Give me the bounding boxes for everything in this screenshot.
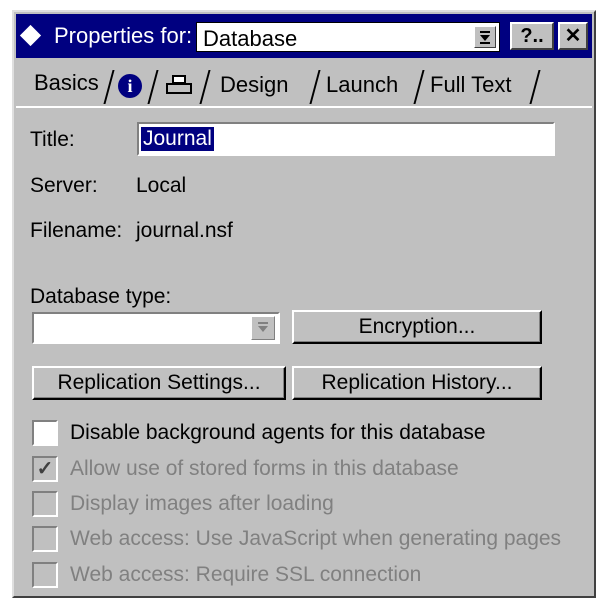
titlebar[interactable]: Properties for: Database ?.. ✕ — [16, 14, 592, 58]
title-label: Title: — [30, 128, 75, 151]
tab-bar: Basics i Design Launch Full Text — [16, 64, 592, 104]
tab-separator — [148, 70, 158, 104]
tab-launch[interactable]: Launch — [326, 68, 398, 102]
object-select-value: Database — [203, 26, 298, 51]
checkbox[interactable] — [32, 562, 58, 588]
checkbox[interactable] — [32, 526, 58, 552]
diamond-icon — [19, 24, 42, 47]
tab-separator — [530, 70, 540, 104]
database-type-select[interactable] — [32, 312, 280, 344]
database-type-label: Database type: — [30, 285, 172, 308]
tab-separator — [310, 70, 320, 104]
tab-basics[interactable]: Basics — [34, 64, 99, 102]
checkbox[interactable] — [32, 420, 58, 446]
titlebar-label: Properties for: — [54, 23, 193, 48]
dropdown-arrow-icon[interactable] — [474, 26, 496, 48]
printer-icon — [164, 75, 194, 97]
tab-info[interactable]: i — [118, 68, 142, 102]
checkbox-label: Allow use of stored forms in this databa… — [70, 457, 459, 480]
checkbox-label: Disable background agents for this datab… — [70, 421, 486, 444]
close-button[interactable]: ✕ — [558, 22, 588, 50]
replication-settings-button[interactable]: Replication Settings... — [32, 366, 286, 400]
tab-separator — [200, 70, 210, 104]
encryption-button[interactable]: Encryption... — [292, 310, 542, 344]
properties-dialog: Properties for: Database ?.. ✕ Basics i … — [12, 10, 596, 598]
help-button[interactable]: ?.. — [510, 22, 554, 50]
tab-separator — [414, 70, 424, 104]
title-input-value: Journal — [141, 127, 214, 151]
dropdown-arrow-icon[interactable] — [251, 316, 275, 340]
server-value: Local — [136, 174, 187, 197]
filename-value: journal.nsf — [136, 219, 233, 242]
server-label: Server: — [30, 174, 98, 197]
filename-label: Filename: — [30, 219, 123, 242]
checkmark-icon: ✓ — [36, 458, 54, 480]
tab-printing[interactable] — [164, 68, 194, 102]
tab-panel-edge — [16, 106, 592, 108]
tab-separator — [104, 70, 114, 104]
tab-design[interactable]: Design — [220, 68, 288, 102]
checkbox-label: Display images after loading — [70, 492, 334, 515]
checkbox[interactable] — [32, 491, 58, 517]
object-select[interactable]: Database — [196, 22, 500, 52]
replication-history-button[interactable]: Replication History... — [292, 366, 542, 400]
checkbox-label: Web access: Use JavaScript when generati… — [70, 527, 562, 550]
checkbox-label: Web access: Require SSL connection — [70, 563, 422, 586]
checkbox[interactable]: ✓ — [32, 456, 58, 482]
info-icon: i — [118, 74, 142, 99]
title-input[interactable]: Journal — [137, 122, 555, 156]
tab-full-text[interactable]: Full Text — [430, 68, 512, 102]
